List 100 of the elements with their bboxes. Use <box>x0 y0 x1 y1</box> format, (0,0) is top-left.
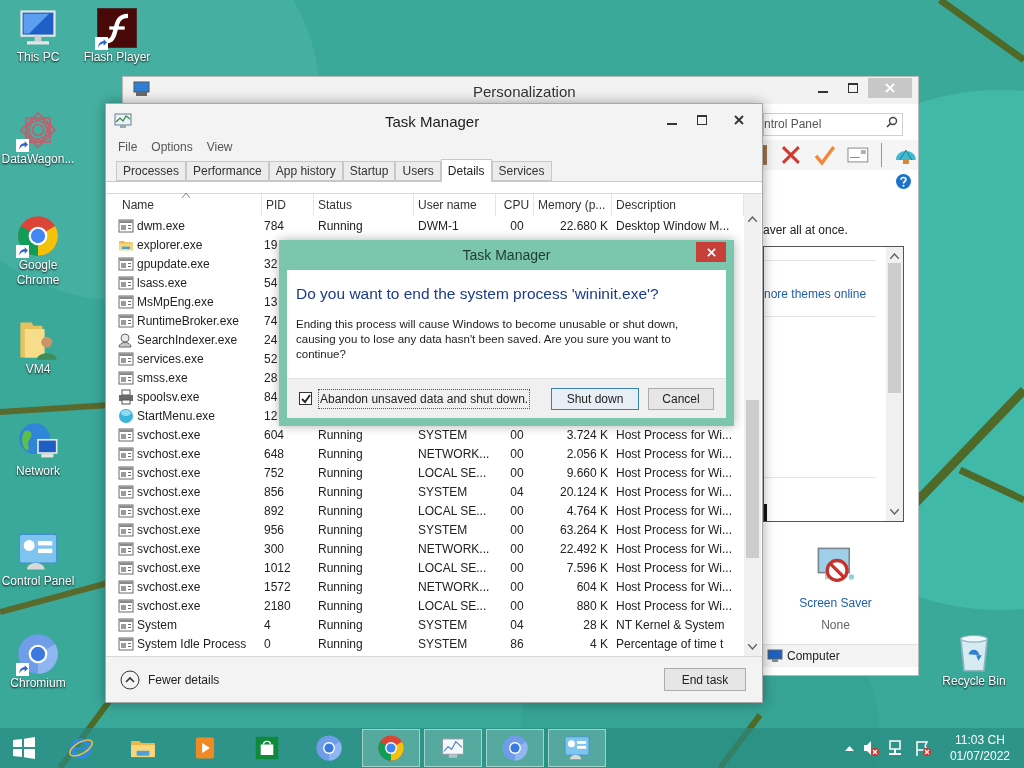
monitor-icon <box>133 81 150 97</box>
window-title: Personalization <box>473 82 576 102</box>
checkbox[interactable] <box>299 392 312 405</box>
table-cell-text: Running <box>318 616 363 634</box>
user-search-icon <box>118 331 134 348</box>
table-cell-text: SYSTEM <box>418 635 468 653</box>
dialog-title: Task Manager <box>462 245 551 265</box>
table-cell-text: smss.exe <box>137 369 188 387</box>
table-cell-text: 86 <box>510 635 524 653</box>
tab[interactable]: Processes <box>116 161 187 181</box>
speaker-muted-icon[interactable] <box>861 739 880 757</box>
menu-item[interactable]: File <box>118 138 138 156</box>
search-field[interactable]: ntrol Panel <box>763 112 903 136</box>
table-cell-text: SearchIndexer.exe <box>137 331 238 349</box>
column-header[interactable]: User name <box>414 194 496 216</box>
table-cell-text: Host Process for Wi... <box>616 426 733 444</box>
control-panel-icon <box>563 734 591 762</box>
table-cell-text: Running <box>318 464 363 482</box>
dialog-button[interactable]: Cancel <box>648 387 714 410</box>
flag-icon[interactable] <box>913 739 932 757</box>
taskbar-button[interactable] <box>486 729 544 767</box>
table-cell-text: SYSTEM <box>418 483 468 501</box>
tab[interactable]: Services <box>491 161 552 181</box>
table-cell-text: Host Process for Wi... <box>616 502 733 520</box>
checkbox-label[interactable]: Abandon unsaved data and shut down. <box>318 388 531 409</box>
dialog-button[interactable]: Shut down <box>551 387 639 410</box>
table-cell-text: 0 <box>264 635 271 653</box>
taskbar-button[interactable] <box>548 729 606 767</box>
text-cursor <box>764 503 767 521</box>
dialog-message: Ending this process will cause Windows to become unusable or shut down, causing you to lose any data hasn't been saved. Are you sure you want to continue? <box>296 317 680 363</box>
table-cell-text: 3.724 K <box>566 426 608 444</box>
tab[interactable]: Startup <box>342 161 396 181</box>
table-cell-text: 00 <box>510 502 524 520</box>
column-header[interactable]: Name <box>118 194 262 216</box>
table-cell-text: 52 <box>264 350 278 368</box>
taskbar-button[interactable] <box>362 729 420 767</box>
globe-icon <box>118 407 134 424</box>
table-cell-text: 892 <box>264 502 285 520</box>
table-cell-text: Host Process for Wi... <box>616 540 733 558</box>
table-cell-text: 00 <box>510 540 524 558</box>
table-cell-text: System Idle Process <box>137 635 247 653</box>
window-icon <box>118 255 134 272</box>
help-icon[interactable] <box>896 174 911 189</box>
screen-saver-link[interactable]: Screen Saver <box>799 594 872 612</box>
table-cell-text: explorer.exe <box>137 236 203 254</box>
tab[interactable]: Users <box>395 161 441 181</box>
window-icon <box>118 635 134 652</box>
table-cell-text: 00 <box>510 521 524 539</box>
table-cell-text: 1572 <box>264 578 291 596</box>
table-cell-text: Running <box>318 426 363 444</box>
tab[interactable]: App history <box>268 161 343 181</box>
table-cell-text: Percentage of time t <box>616 635 724 653</box>
table-cell-text: NETWORK... <box>418 540 490 558</box>
table-cell-text: svchost.exe <box>137 483 201 501</box>
themes-link[interactable]: nore themes online <box>764 284 886 303</box>
column-header[interactable]: PID <box>262 194 314 216</box>
table-cell-text: Running <box>318 578 363 596</box>
table-cell-text: Running <box>318 521 363 539</box>
scrollbar-thumb[interactable] <box>746 400 759 558</box>
table-cell-text: NT Kernel & System <box>616 616 725 634</box>
column-header[interactable]: Status <box>314 194 414 216</box>
table-cell-text: 2180 <box>264 597 291 615</box>
fewer-details-button[interactable]: Fewer details <box>120 669 220 690</box>
search-icon <box>886 116 898 128</box>
menu-item[interactable]: Options <box>151 138 193 156</box>
caret-up-icon[interactable] <box>844 745 854 751</box>
table-cell-text: 22.492 K <box>559 540 608 558</box>
tab[interactable]: Details <box>440 159 492 182</box>
close-button[interactable] <box>696 242 726 262</box>
table-cell-text: Host Process for Wi... <box>616 464 733 482</box>
table-cell-text: StartMenu.exe <box>137 407 216 425</box>
table-cell-text: 00 <box>510 559 524 577</box>
scrollbar[interactable] <box>886 247 903 521</box>
table-cell-text: 00 <box>510 578 524 596</box>
flash-icon <box>95 6 139 50</box>
table-cell-text: Host Process for Wi... <box>616 559 733 577</box>
clock[interactable]: 11:03 CH 01/07/2022 <box>949 732 1010 764</box>
screen-saver-value: None <box>821 617 850 634</box>
table-cell-text: LOCAL SE... <box>418 597 487 615</box>
chrome-icon <box>16 214 60 258</box>
chromium-icon <box>501 734 529 762</box>
table-cell-text: svchost.exe <box>137 559 201 577</box>
table-cell-text: Running <box>318 540 363 558</box>
table-cell-text: Running <box>318 483 363 501</box>
column-header[interactable]: Memory (p... <box>534 194 612 216</box>
store-bag-icon <box>253 734 281 762</box>
status-text: Computer <box>787 648 840 665</box>
taskbar-button[interactable] <box>424 729 482 767</box>
scrollbar[interactable] <box>744 194 761 656</box>
table-cell-text: svchost.exe <box>137 540 201 558</box>
minimize-icon <box>818 90 828 93</box>
column-header[interactable]: CPU <box>496 194 534 216</box>
tab[interactable]: Performance <box>186 161 269 181</box>
minimize-icon <box>667 122 677 125</box>
table-cell-text: Host Process for Wi... <box>616 578 733 596</box>
window-icon <box>118 540 134 557</box>
table-cell-text: 00 <box>510 445 524 463</box>
scrollbar-thumb[interactable] <box>888 263 901 393</box>
end-task-button[interactable]: End task <box>664 668 746 691</box>
menu-item[interactable]: View <box>206 138 233 156</box>
